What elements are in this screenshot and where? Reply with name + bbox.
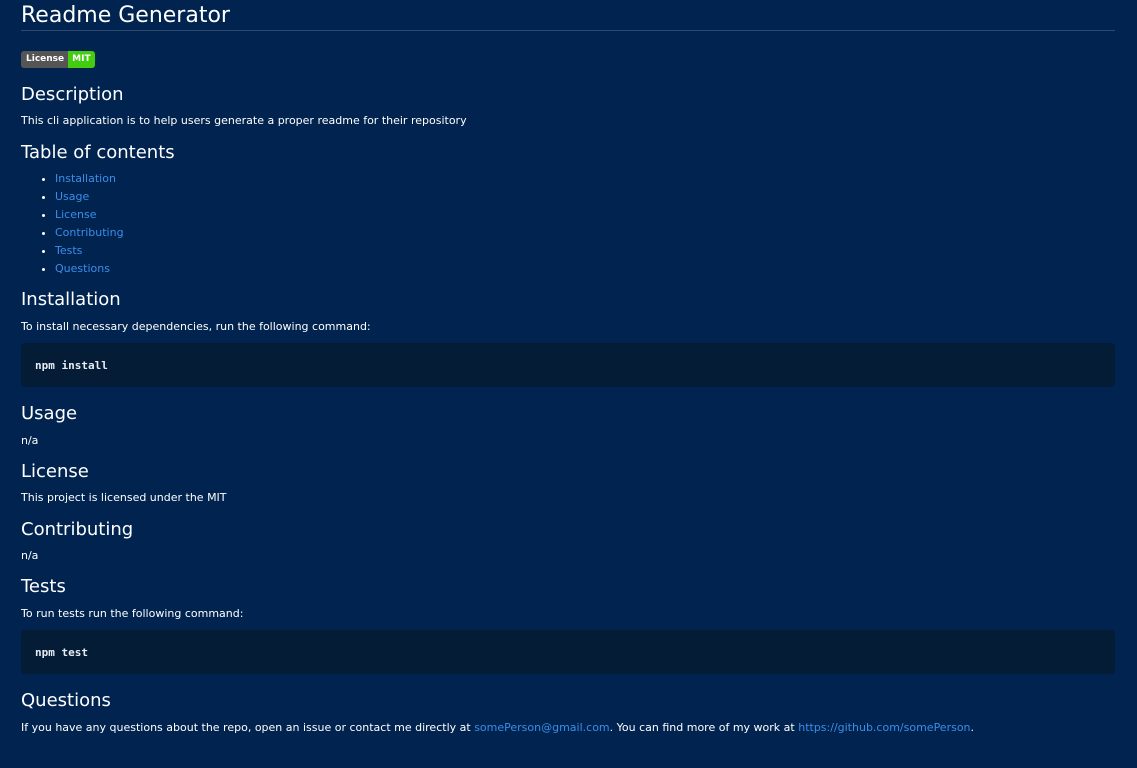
toc-link-questions[interactable]: Questions [55, 262, 110, 275]
toc-item: Questions [55, 260, 1115, 278]
email-link[interactable]: somePerson@gmail.com [474, 721, 609, 734]
usage-heading: Usage [21, 403, 78, 424]
tests-heading: Tests [21, 576, 66, 597]
tests-command: npm test [35, 645, 88, 659]
description-heading: Description [21, 84, 124, 105]
license-text: This project is licensed under the MIT [21, 491, 227, 504]
github-link[interactable]: https://github.com/somePerson [798, 721, 970, 734]
questions-text-middle: . You can find more of my work at [609, 721, 799, 734]
license-badge-container: License MIT [21, 35, 1115, 68]
questions-heading: Questions [21, 690, 111, 711]
questions-text: If you have any questions about the repo… [21, 721, 1115, 735]
toc-link-license[interactable]: License [55, 208, 96, 221]
description-text: This cli application is to help users ge… [21, 114, 467, 127]
readme-page: Readme Generator License MIT Description… [0, 0, 1137, 768]
toc-item: Tests [55, 242, 1115, 260]
installation-heading: Installation [21, 289, 121, 310]
usage-text: n/a [21, 434, 39, 447]
contributing-text: n/a [21, 549, 39, 562]
toc-heading: Table of contents [21, 142, 175, 163]
badge-value: MIT [68, 51, 95, 68]
installation-command: npm install [35, 358, 108, 372]
questions-text-after: . [970, 721, 975, 734]
tests-text: To run tests run the following command: [21, 607, 244, 620]
contributing-heading: Contributing [21, 519, 134, 540]
toc-item: Installation [55, 170, 1115, 188]
license-heading: License [21, 461, 89, 482]
license-badge: License MIT [21, 51, 95, 68]
toc-item: License [55, 206, 1115, 224]
toc-link-tests[interactable]: Tests [55, 244, 82, 257]
installation-text: To install necessary dependencies, run t… [21, 320, 371, 333]
toc-link-usage[interactable]: Usage [55, 190, 89, 203]
installation-code-block[interactable]: npm install [21, 343, 1115, 387]
badge-label: License [21, 51, 69, 68]
toc-link-installation[interactable]: Installation [55, 172, 116, 185]
toc-list: Installation Usage License Contributing … [21, 170, 1115, 278]
toc-item: Contributing [55, 224, 1115, 242]
page-title: Readme Generator [21, 0, 1115, 31]
toc-link-contributing[interactable]: Contributing [55, 226, 124, 239]
toc-item: Usage [55, 188, 1115, 206]
tests-code-block[interactable]: npm test [21, 630, 1115, 674]
questions-text-before: If you have any questions about the repo… [21, 721, 475, 734]
